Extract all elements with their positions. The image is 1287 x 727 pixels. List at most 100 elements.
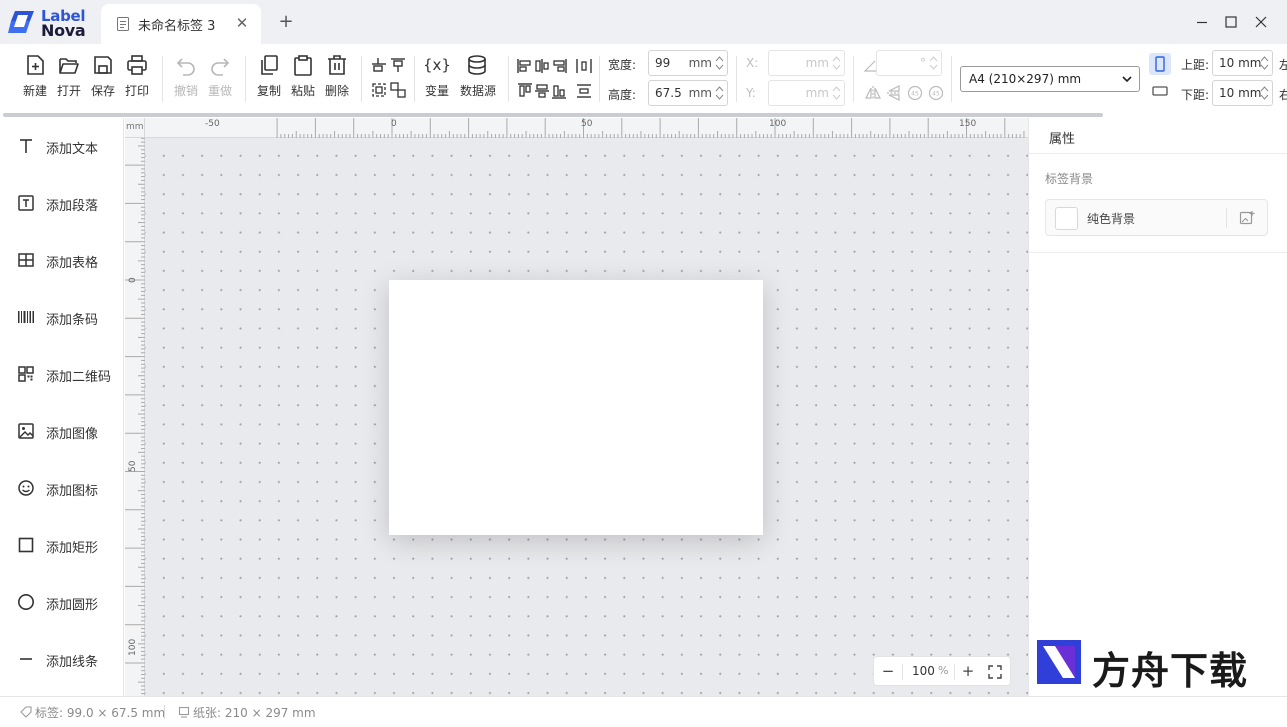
send-back-icon[interactable] <box>389 56 407 74</box>
svg-text:{x}: {x} <box>425 56 449 74</box>
datasource-button[interactable]: 数据源 <box>460 52 496 102</box>
align-center-v-icon[interactable] <box>533 82 551 100</box>
bring-front-icon[interactable] <box>370 56 388 74</box>
toolbar-divider <box>361 56 362 102</box>
sidebar-item-paragraph[interactable]: 添加段落 <box>0 185 124 221</box>
new-tab-button[interactable]: + <box>276 12 296 32</box>
rotate-right-icon[interactable]: 45 <box>927 84 945 102</box>
variable-button[interactable]: {x} 变量 <box>420 52 454 102</box>
status-bar: 标签: 99.0 × 67.5 mm 纸张: 210 × 297 mm <box>0 696 1287 727</box>
line-icon <box>20 658 32 660</box>
width-input[interactable]: 99 mm <box>648 50 728 76</box>
sidebar-item-barcode[interactable]: 添加条码 <box>0 299 124 335</box>
redo-button[interactable]: 重做 <box>203 52 237 102</box>
watermark-text: 方舟下载 <box>1092 649 1249 693</box>
save-icon <box>94 56 112 74</box>
label-background-heading: 标签背景 <box>1045 172 1094 186</box>
flip-vertical-icon[interactable] <box>885 84 903 102</box>
portrait-button[interactable] <box>1149 53 1171 75</box>
sidebar-item-image[interactable]: 添加图像 <box>0 413 124 449</box>
landscape-button[interactable] <box>1149 80 1171 102</box>
document-tab[interactable]: 未命名标签 3 ✕ <box>101 4 261 44</box>
document-icon <box>117 17 129 31</box>
open-label: 打开 <box>56 84 81 98</box>
open-button[interactable]: 打开 <box>52 52 86 102</box>
top-margin-stepper-icon[interactable] <box>1260 54 1269 72</box>
maximize-icon[interactable] <box>1219 12 1243 32</box>
delete-button[interactable]: 删除 <box>320 52 354 102</box>
minimize-icon[interactable] <box>1190 12 1214 32</box>
toolbar: 新建 打开 保存 打印 撤销 重做 复制 粘贴 删除 x 变量 数据源 宽度: … <box>0 44 1287 116</box>
height-stepper-icon[interactable] <box>715 84 724 102</box>
sidebar-item-icon[interactable]: 添加图标 <box>0 470 124 506</box>
paste-button[interactable]: 粘贴 <box>286 52 320 102</box>
design-canvas[interactable]: -50 0 50 100 150 0 50 100 mm − 100 % + <box>125 118 1028 696</box>
align-left-icon[interactable] <box>516 57 534 75</box>
group-icon[interactable] <box>370 81 388 99</box>
tab-close-icon[interactable]: ✕ <box>234 14 250 32</box>
print-button[interactable]: 打印 <box>120 52 154 102</box>
properties-title: 属性 <box>1049 132 1076 147</box>
properties-divider <box>1029 252 1287 253</box>
variable-icon: {x} <box>425 56 449 74</box>
height-input[interactable]: 67.5 mm <box>648 80 728 106</box>
zoom-out-button[interactable]: − <box>878 661 898 681</box>
label-page[interactable] <box>389 280 763 535</box>
align-bottom-icon[interactable] <box>550 82 568 100</box>
bottom-margin-stepper-icon[interactable] <box>1260 84 1269 102</box>
sidebar-item-label: 添加条码 <box>46 313 99 328</box>
zoom-control: − 100 % + <box>873 656 1011 686</box>
sidebar-item-label: 添加图像 <box>46 427 99 442</box>
ungroup-icon[interactable] <box>389 81 407 99</box>
background-type-label: 纯色背景 <box>1087 212 1136 226</box>
copy-button[interactable]: 复制 <box>252 52 286 102</box>
rotation-stepper-icon[interactable] <box>929 54 938 72</box>
zoom-value[interactable]: 100 <box>912 664 935 678</box>
y-unit: mm <box>805 86 829 100</box>
undo-icon <box>176 58 195 76</box>
sidebar-item-label: 添加二维码 <box>46 370 112 385</box>
rotate-left-icon[interactable]: 45 <box>906 84 924 102</box>
height-label: 高度: <box>608 88 637 102</box>
sidebar-item-rectangle[interactable]: 添加矩形 <box>0 527 124 563</box>
sidebar-item-line[interactable]: 添加线条 <box>0 641 124 677</box>
background-image-icon[interactable] <box>1239 210 1255 226</box>
sidebar-item-text[interactable]: 添加文本 <box>0 128 124 164</box>
top-margin-value: 10 mm <box>1219 56 1262 70</box>
zoom-in-button[interactable]: + <box>958 661 978 681</box>
sidebar-item-circle[interactable]: 添加圆形 <box>0 584 124 620</box>
bottom-margin-input[interactable]: 10 mm <box>1212 80 1273 106</box>
rotation-input[interactable]: ° <box>876 50 942 76</box>
background-setting[interactable]: 纯色背景 <box>1045 199 1268 236</box>
distribute-h-icon[interactable] <box>575 57 593 75</box>
distribute-v-icon[interactable] <box>575 82 593 100</box>
rectangle-icon <box>18 537 34 553</box>
sidebar-item-table[interactable]: 添加表格 <box>0 242 124 278</box>
paper-size-select[interactable]: A4 (210×297) mm <box>960 66 1140 92</box>
new-button[interactable]: 新建 <box>18 52 52 102</box>
undo-label: 撤销 <box>173 84 198 98</box>
top-margin-input[interactable]: 10 mm <box>1212 50 1273 76</box>
toolbar-divider <box>853 56 854 102</box>
watermark: 方舟下载 <box>1035 636 1250 693</box>
undo-button[interactable]: 撤销 <box>169 52 203 102</box>
y-input[interactable]: mm <box>768 80 845 106</box>
x-stepper-icon[interactable] <box>832 54 841 72</box>
close-window-icon[interactable] <box>1249 12 1273 32</box>
paste-label: 粘贴 <box>290 84 315 98</box>
flip-horizontal-icon[interactable] <box>864 84 882 102</box>
x-input[interactable]: mm <box>768 50 845 76</box>
sidebar-item-label: 添加文本 <box>46 142 99 157</box>
sidebar-item-qrcode[interactable]: 添加二维码 <box>0 356 124 392</box>
y-stepper-icon[interactable] <box>832 84 841 102</box>
save-button[interactable]: 保存 <box>86 52 120 102</box>
background-color-swatch[interactable] <box>1055 207 1078 230</box>
width-stepper-icon[interactable] <box>715 54 724 72</box>
fullscreen-icon[interactable] <box>987 664 1003 680</box>
align-top-icon[interactable] <box>516 82 534 100</box>
align-center-h-icon[interactable] <box>533 57 551 75</box>
y-label: Y: <box>746 86 756 100</box>
toolbar-scrollbar[interactable] <box>3 113 1103 117</box>
align-right-icon[interactable] <box>550 57 568 75</box>
width-value: 99 <box>655 56 671 70</box>
